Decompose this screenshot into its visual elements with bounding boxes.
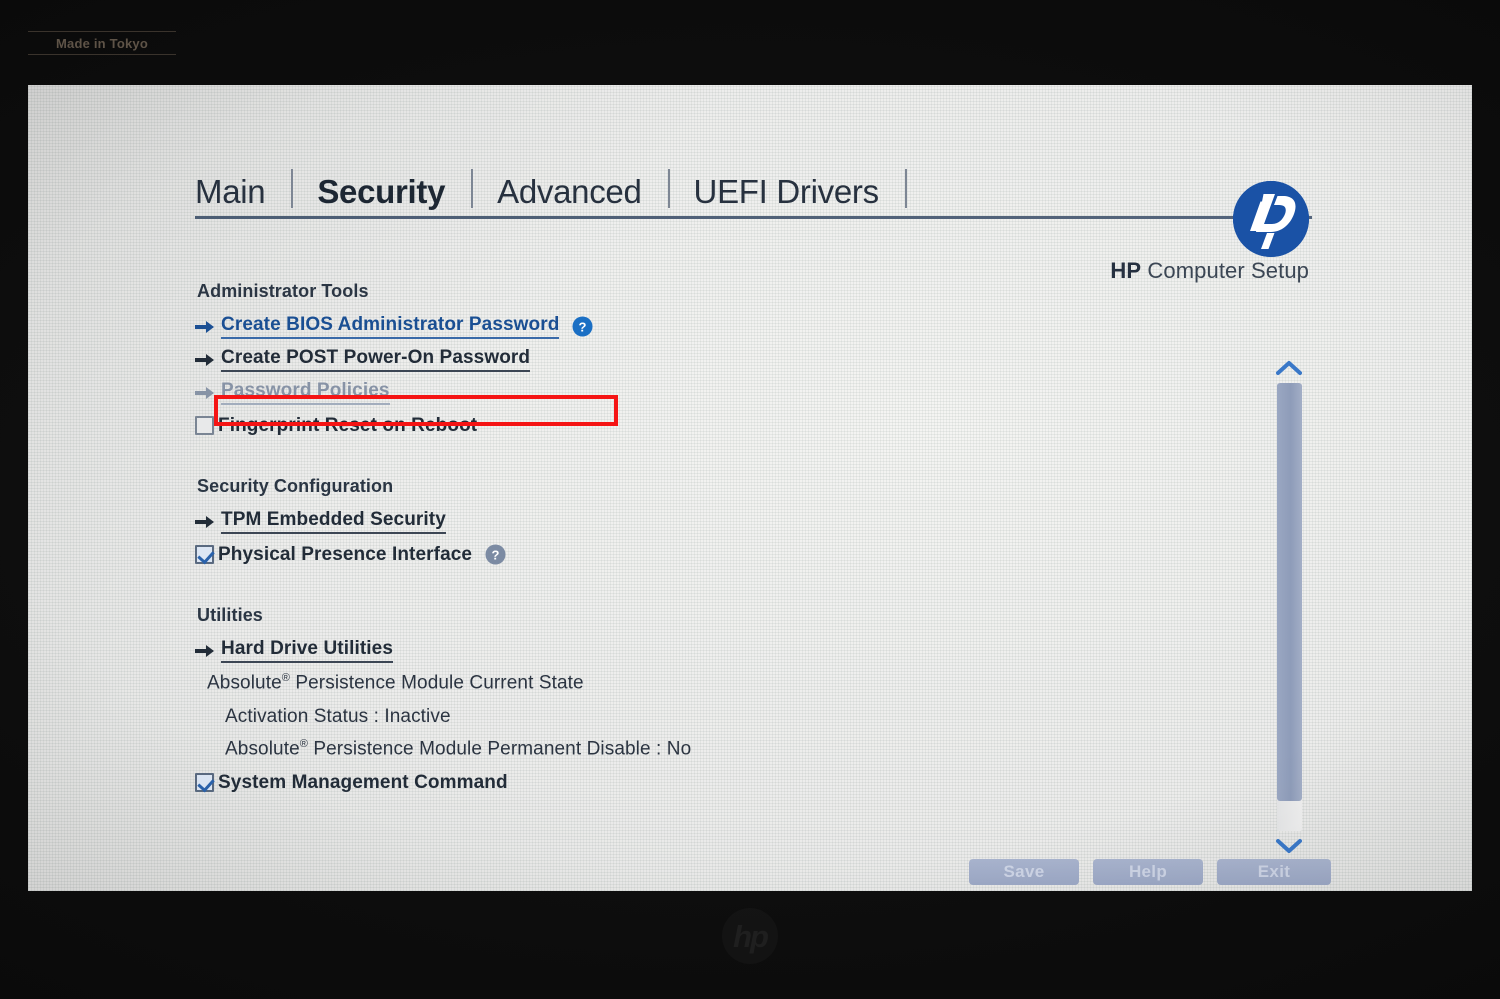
help-button[interactable]: Help [1093,859,1203,885]
scrollbar-thumb[interactable] [1277,383,1302,801]
tab-uefi-drivers[interactable]: UEFI Drivers [694,175,905,210]
link-hard-drive-utilities[interactable]: Hard Drive Utilities [221,638,393,663]
group-heading-security-configuration: Security Configuration [197,476,394,496]
link-create-post-power-on-password[interactable]: Create POST Power-On Password [221,347,531,372]
scrollbar-track[interactable] [1277,383,1302,831]
monitor-photo: Made in Tokyo hp Main Security Advanced … [0,0,1500,999]
absolute-permanent-disable-rest: Persistence Module Permanent Disable : N… [307,738,692,760]
footer-button-bar: Save Help Exit [969,859,1331,885]
menu-tab-bar: Main Security Advanced UEFI Drivers [195,158,1075,210]
checkbox-fingerprint-reset-on-reboot[interactable] [195,416,214,435]
arrow-right-icon [195,353,221,367]
tab-main[interactable]: Main [195,175,291,210]
section-gap-1 [195,442,1095,476]
tab-separator-2 [471,169,474,208]
bezel-hp-logo-icon: hp [722,908,778,964]
row-hard-drive-utilities[interactable]: Hard Drive Utilities [195,634,1095,667]
row-system-management-command[interactable]: System Management Command [195,766,1095,799]
tab-separator-1 [291,169,294,208]
text-absolute-persistence-permanent-disable: Absolute® Persistence Module Permanent D… [225,738,691,760]
registered-mark: ® [299,738,308,751]
tab-security[interactable]: Security [317,175,471,210]
link-tpm-embedded-security[interactable]: TPM Embedded Security [221,509,446,534]
hp-logo-icon [1233,181,1309,257]
scrollbar[interactable] [1266,357,1312,857]
arrow-right-icon [195,644,221,658]
help-circle-icon[interactable]: ? [485,544,506,565]
tab-separator-4 [904,169,907,208]
bezel-hp-logo-glyph: hp [733,918,769,954]
text-activation-status: Activation Status : Inactive [225,705,451,727]
row-password-policies[interactable]: Password Policies [195,376,1095,409]
row-tpm-embedded-security[interactable]: TPM Embedded Security [195,505,1095,538]
arrow-right-icon [195,515,221,529]
chevron-down-icon[interactable] [1274,835,1304,857]
absolute-word: Absolute [225,738,300,760]
bezel-made-in-tokyo-label: Made in Tokyo [28,31,176,55]
label-physical-presence-interface: Physical Presence Interface [218,543,473,565]
absolute-word: Absolute [207,672,282,694]
row-create-bios-admin-password[interactable]: Create BIOS Administrator Password ? [195,310,1095,343]
checkbox-physical-presence-interface[interactable] [195,545,214,564]
settings-list: Administrator Tools Create BIOS Administ… [195,281,1095,799]
svg-text:?: ? [492,547,500,562]
label-system-management-command: System Management Command [218,771,508,793]
tab-separator-3 [667,169,670,208]
tab-advanced[interactable]: Advanced [497,175,667,210]
row-fingerprint-reset-on-reboot[interactable]: Fingerprint Reset on Reboot [195,409,1095,442]
bios-ui: Main Security Advanced UEFI Drivers HP C… [28,85,1472,891]
bezel-label-text: Made in Tokyo [56,35,148,51]
arrow-right-icon [195,386,221,400]
row-create-post-power-on-password[interactable]: Create POST Power-On Password [195,343,1095,376]
row-absolute-persistence-permanent-disable: Absolute® Persistence Module Permanent D… [195,733,1095,766]
row-absolute-persistence-current-state: Absolute® Persistence Module Current Sta… [195,667,1095,700]
registered-mark: ® [281,672,290,685]
label-fingerprint-reset-on-reboot: Fingerprint Reset on Reboot [218,414,478,436]
help-circle-icon[interactable]: ? [572,316,593,337]
link-create-bios-administrator-password[interactable]: Create BIOS Administrator Password [221,314,560,339]
section-gap-2 [195,571,1095,605]
group-heading-administrator-tools: Administrator Tools [197,281,369,301]
tab-bar-underline [195,216,1312,219]
svg-text:?: ? [579,319,587,334]
bios-screen: Main Security Advanced UEFI Drivers HP C… [28,85,1472,891]
checkbox-system-management-command[interactable] [195,773,214,792]
group-heading-utilities: Utilities [197,605,263,625]
page-title-rest: Computer Setup [1141,258,1309,283]
chevron-up-icon[interactable] [1274,357,1304,379]
row-physical-presence-interface[interactable]: Physical Presence Interface ? [195,538,1095,571]
link-password-policies[interactable]: Password Policies [221,380,390,405]
save-button[interactable]: Save [969,859,1079,885]
page-title: HP Computer Setup [1110,258,1309,284]
row-activation-status: Activation Status : Inactive [195,700,1095,733]
page-title-brand: HP [1110,258,1142,283]
exit-button[interactable]: Exit [1217,859,1331,885]
text-absolute-persistence-current-state: Absolute® Persistence Module Current Sta… [207,672,584,694]
arrow-right-icon [195,320,221,334]
absolute-current-state-rest: Persistence Module Current State [289,672,584,694]
